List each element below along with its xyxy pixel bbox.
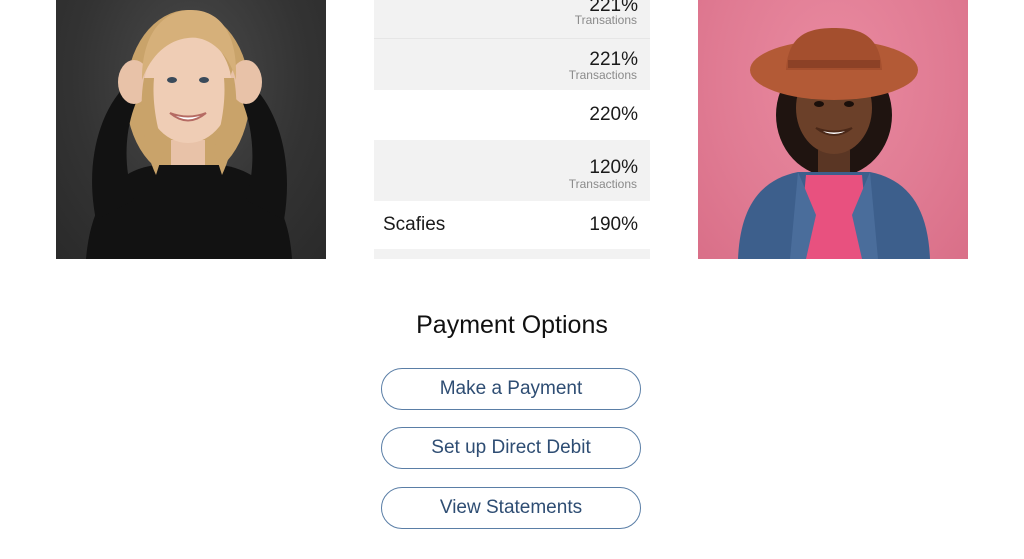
direct-debit-button[interactable]: Set up Direct Debit <box>381 427 641 469</box>
stat-subtext: Transactions <box>568 177 637 191</box>
stat-row: Scafies 190% <box>374 201 650 249</box>
woman-portrait-illustration <box>86 10 292 259</box>
stat-row: 221% Transactions <box>374 39 650 90</box>
stat-value: 120% <box>589 157 638 178</box>
make-payment-button[interactable]: Make a Payment <box>381 368 641 410</box>
stat-value: 220% <box>589 104 638 125</box>
profile-photo-left <box>56 0 326 259</box>
stat-label: Scafies <box>383 214 446 235</box>
stats-list: 221% Transations 221% Transactions 220% … <box>374 0 650 259</box>
stat-row: 120% Transactions <box>374 140 650 201</box>
profile-photo-right <box>698 0 968 259</box>
stat-value: 190% <box>589 214 638 235</box>
stat-row: 220% <box>374 90 650 140</box>
stat-subtext: Transations <box>574 13 637 27</box>
stat-row: 221% Transations <box>374 0 650 38</box>
page: 221% Transations 221% Transactions 220% … <box>0 0 1024 559</box>
woman-with-hat-portrait-illustration <box>738 28 930 259</box>
stat-row <box>374 249 650 259</box>
stat-subtext: Transactions <box>568 68 637 82</box>
payment-options-title: Payment Options <box>416 311 608 339</box>
view-statements-button[interactable]: View Statements <box>381 487 641 529</box>
